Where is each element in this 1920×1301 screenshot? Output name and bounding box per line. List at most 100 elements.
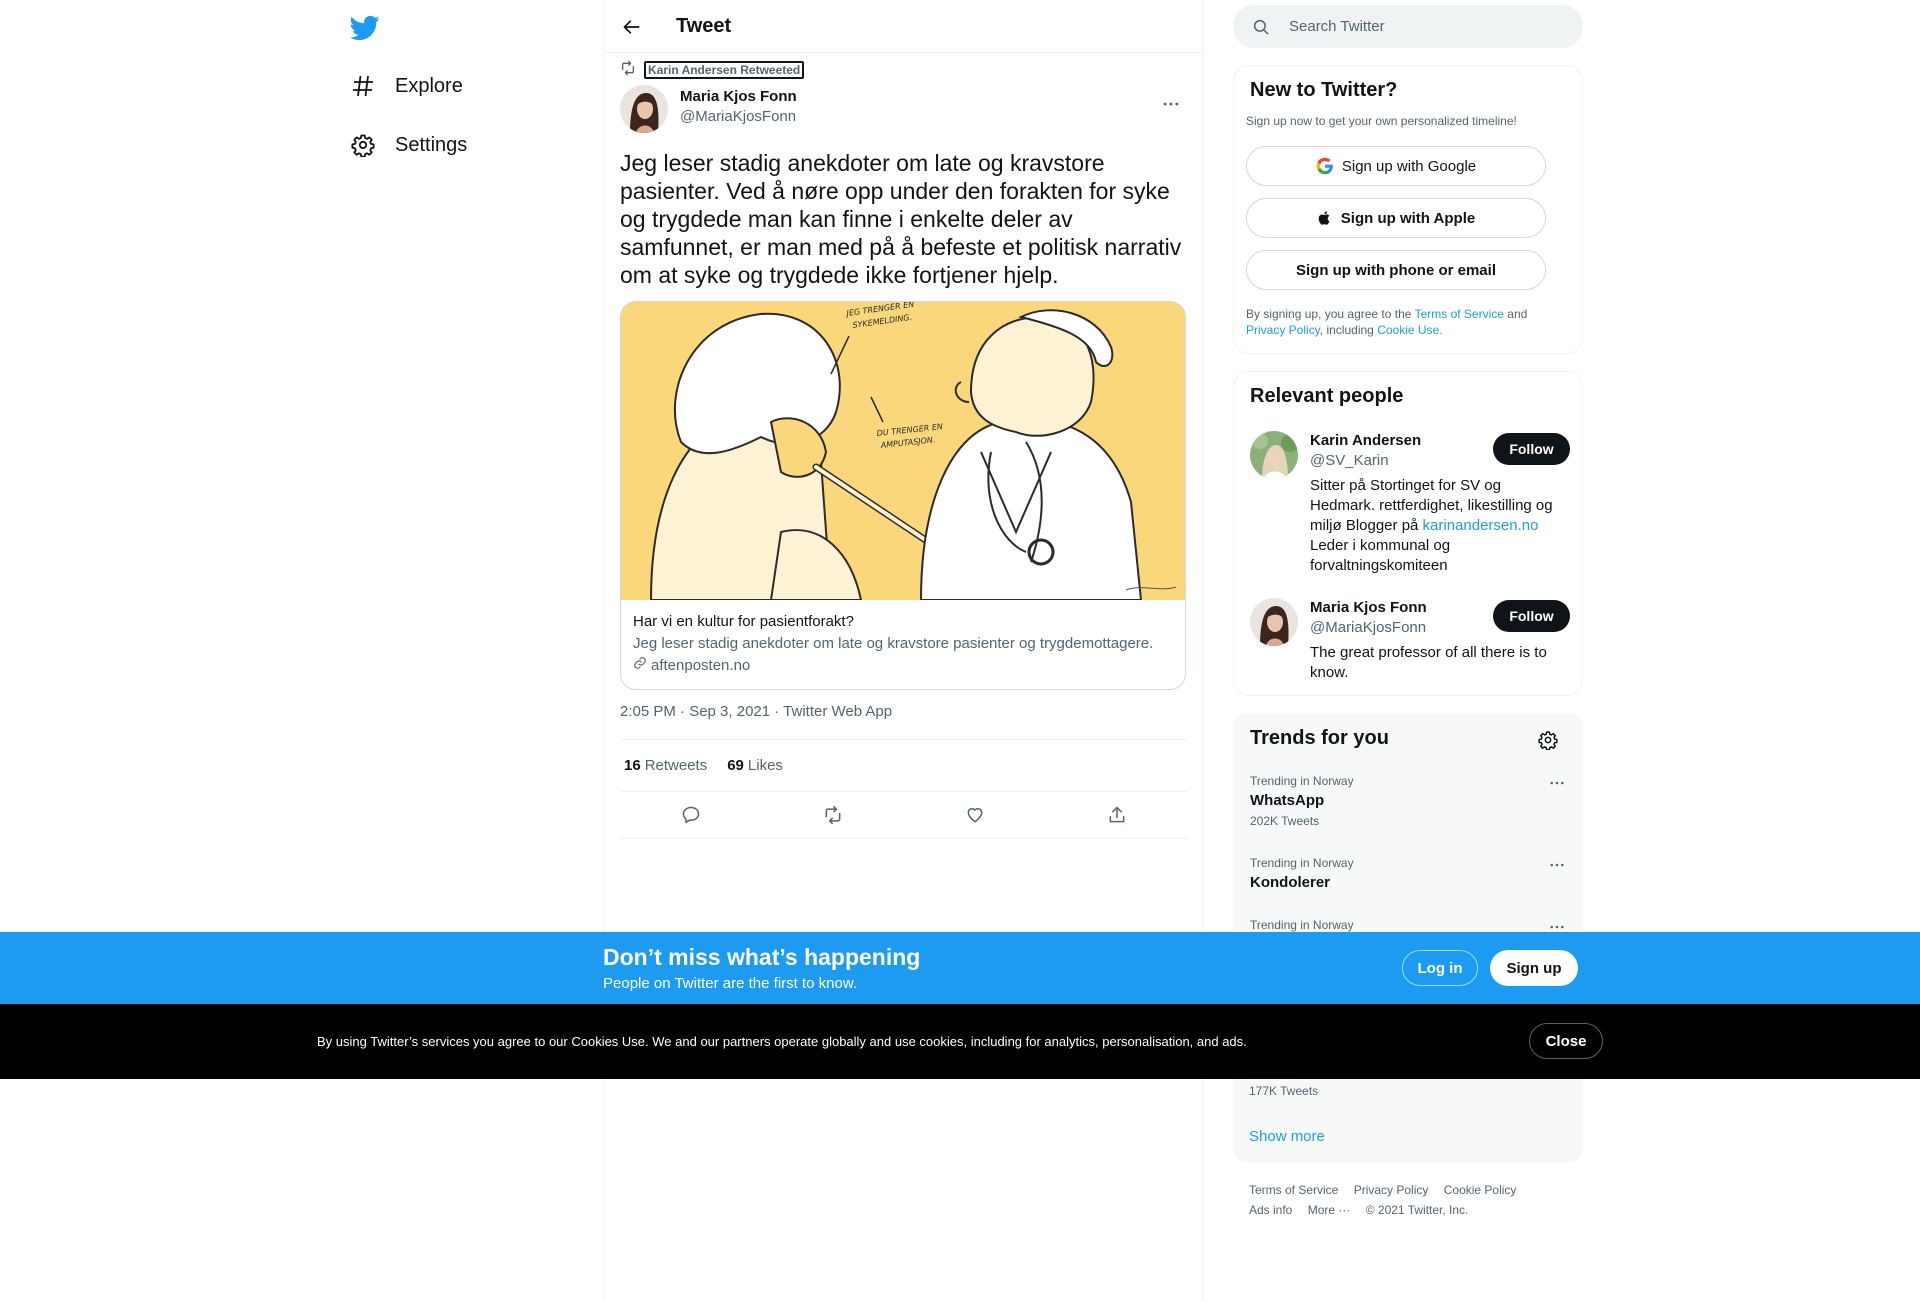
retweet-context: Karin Andersen Retweeted bbox=[620, 60, 805, 81]
search-input[interactable] bbox=[1289, 18, 1549, 35]
signup-button[interactable]: Sign up bbox=[1490, 950, 1578, 986]
relevant-people-panel: Relevant people Karin Andersen @SV_Karin… bbox=[1233, 371, 1583, 696]
retweet-icon bbox=[620, 60, 636, 81]
search-icon bbox=[1251, 17, 1271, 37]
trend-name: WhatsApp bbox=[1250, 792, 1325, 809]
nav-settings-label: Settings bbox=[395, 133, 468, 156]
person-name[interactable]: Karin Andersen bbox=[1310, 432, 1421, 449]
tweet-actions bbox=[620, 792, 1188, 839]
person-handle[interactable]: @MariaKjosFonn bbox=[1310, 619, 1426, 636]
signup-phone-email-label: Sign up with phone or email bbox=[1295, 261, 1496, 279]
promo-title: Don’t miss what’s happening bbox=[603, 944, 921, 970]
card-domain: aftenposten.no bbox=[633, 656, 1173, 676]
more-options-icon[interactable] bbox=[1544, 773, 1570, 793]
retweet-icon[interactable] bbox=[816, 798, 850, 832]
avatar[interactable] bbox=[1250, 431, 1298, 479]
link-card[interactable]: JEG TRENGER EN SYKEMELDING. DU TRENGER E… bbox=[620, 301, 1186, 690]
new-to-twitter-title: New to Twitter? bbox=[1250, 79, 1398, 101]
person-handle[interactable]: @SV_Karin bbox=[1310, 452, 1389, 469]
page-title: Tweet bbox=[676, 15, 732, 37]
left-nav: Explore Settings bbox=[336, 0, 603, 1301]
likes-stat[interactable]: 69 Likes bbox=[727, 757, 783, 774]
signup-google-button[interactable]: Sign up with Google bbox=[1246, 146, 1546, 186]
avatar[interactable] bbox=[1250, 598, 1298, 646]
footer-terms-link[interactable]: Terms of Service bbox=[1249, 1183, 1338, 1197]
author-name[interactable]: Maria Kjos Fonn bbox=[680, 88, 797, 105]
likes-label: Likes bbox=[747, 757, 783, 774]
trend-name: Kondolerer bbox=[1250, 874, 1331, 891]
tweet-author: Maria Kjos Fonn @MariaKjosFonn bbox=[620, 85, 1186, 133]
footer-more-link[interactable]: More ··· bbox=[1308, 1203, 1351, 1217]
footer-ads-info-link[interactable]: Ads info bbox=[1249, 1203, 1292, 1217]
person-card[interactable]: Karin Andersen @SV_Karin Follow Sitter p… bbox=[1250, 431, 1570, 581]
trend-context: Trending in Norway bbox=[1250, 856, 1354, 870]
person-card[interactable]: Maria Kjos Fonn @MariaKjosFonn Follow Th… bbox=[1250, 598, 1570, 688]
tweet-timestamp[interactable]: 2:05 PM · Sep 3, 2021 · Twitter Web App bbox=[620, 703, 892, 720]
apple-icon bbox=[1317, 209, 1333, 227]
retweets-stat[interactable]: 16 Retweets bbox=[624, 757, 707, 774]
retweeted-by-link[interactable]: Karin Andersen Retweeted bbox=[644, 61, 805, 79]
tweet-text: Jeg leser stadig anekdoter om late og kr… bbox=[620, 150, 1182, 288]
footer-cookie-policy-link[interactable]: Cookie Policy bbox=[1444, 1183, 1517, 1197]
new-to-twitter-panel: New to Twitter? Sign up now to get your … bbox=[1233, 65, 1583, 354]
card-description: Jeg leser stadig anekdoter om late og kr… bbox=[633, 635, 1154, 652]
reply-icon[interactable] bbox=[674, 798, 708, 832]
signup-google-label: Sign up with Google bbox=[1341, 157, 1477, 175]
trend-item[interactable]: Trending in Norway WhatsApp 202K Tweets bbox=[1250, 773, 1570, 829]
gear-icon bbox=[350, 132, 376, 158]
follow-button[interactable]: Follow bbox=[1493, 433, 1570, 465]
tweet-stats: 16 Retweets 69 Likes bbox=[620, 739, 1188, 792]
cookie-banner: By using Twitter’s services you agree to… bbox=[0, 1004, 1920, 1079]
hashtag-icon bbox=[350, 73, 376, 99]
link-icon bbox=[633, 656, 647, 676]
legal-including: , including bbox=[1319, 323, 1374, 337]
show-more-link[interactable]: Show more bbox=[1249, 1128, 1325, 1145]
nav-explore[interactable]: Explore bbox=[350, 66, 463, 106]
signup-apple-button[interactable]: Sign up with Apple bbox=[1246, 198, 1546, 238]
signup-legal-text: By signing up, you agree to the Terms of… bbox=[1246, 306, 1556, 338]
author-handle[interactable]: @MariaKjosFonn bbox=[680, 108, 796, 125]
more-options-icon[interactable] bbox=[1544, 855, 1570, 875]
login-button[interactable]: Log in bbox=[1402, 950, 1478, 986]
signup-phone-email-button[interactable]: Sign up with phone or email bbox=[1246, 250, 1546, 290]
new-to-twitter-subtitle: Sign up now to get your own personalized… bbox=[1246, 114, 1517, 128]
privacy-link[interactable]: Privacy Policy bbox=[1246, 323, 1320, 337]
card-illustration: JEG TRENGER EN SYKEMELDING. DU TRENGER E… bbox=[621, 302, 1185, 600]
relevant-people-title: Relevant people bbox=[1250, 385, 1404, 407]
card-title: Har vi en kultur for pasientforakt? bbox=[633, 613, 854, 630]
legal-and: and bbox=[1507, 307, 1528, 321]
back-arrow-icon[interactable] bbox=[618, 13, 646, 41]
more-options-icon[interactable] bbox=[1156, 89, 1186, 119]
follow-button[interactable]: Follow bbox=[1493, 600, 1570, 632]
promo-subtitle: People on Twitter are the first to know. bbox=[603, 975, 858, 992]
trend-item[interactable]: Trending in Norway bbox=[1250, 917, 1570, 933]
likes-count: 69 bbox=[727, 757, 744, 774]
cookie-close-button[interactable]: Close bbox=[1529, 1023, 1603, 1059]
person-bio-link[interactable]: karinandersen.no bbox=[1423, 517, 1539, 534]
person-name[interactable]: Maria Kjos Fonn bbox=[1310, 599, 1427, 616]
like-heart-icon[interactable] bbox=[958, 798, 992, 832]
retweets-label: Retweets bbox=[644, 757, 708, 774]
legal-prefix: By signing up, you agree to the bbox=[1246, 307, 1412, 321]
footer-copyright: © 2021 Twitter, Inc. bbox=[1365, 1203, 1469, 1217]
footer-privacy-link[interactable]: Privacy Policy bbox=[1354, 1183, 1429, 1197]
retweets-count: 16 bbox=[624, 757, 641, 774]
tweet-header: Tweet bbox=[604, 0, 1202, 53]
twitter-bird-icon[interactable] bbox=[349, 13, 380, 43]
avatar[interactable] bbox=[620, 85, 668, 133]
trend-count: 177K Tweets bbox=[1249, 1084, 1319, 1098]
cookie-use-link[interactable]: Cookie Use. bbox=[1377, 323, 1442, 337]
trend-context: Trending in Norway bbox=[1250, 918, 1354, 932]
gear-icon[interactable] bbox=[1536, 728, 1560, 752]
nav-settings[interactable]: Settings bbox=[350, 125, 467, 165]
terms-link[interactable]: Terms of Service bbox=[1415, 307, 1504, 321]
share-icon[interactable] bbox=[1100, 798, 1134, 832]
signup-promo-bar: Don’t miss what’s happening People on Tw… bbox=[0, 932, 1920, 1004]
main-column: Tweet Karin Andersen Retweeted Maria Kjo… bbox=[603, 0, 1203, 1301]
signup-apple-label: Sign up with Apple bbox=[1340, 209, 1476, 227]
nav-explore-label: Explore bbox=[395, 74, 463, 97]
card-body: Har vi en kultur for pasientforakt? Jeg … bbox=[621, 600, 1185, 688]
trend-item[interactable]: Trending in Norway Kondolerer bbox=[1250, 855, 1570, 893]
search-box[interactable] bbox=[1233, 5, 1583, 48]
trends-title: Trends for you bbox=[1250, 727, 1389, 749]
